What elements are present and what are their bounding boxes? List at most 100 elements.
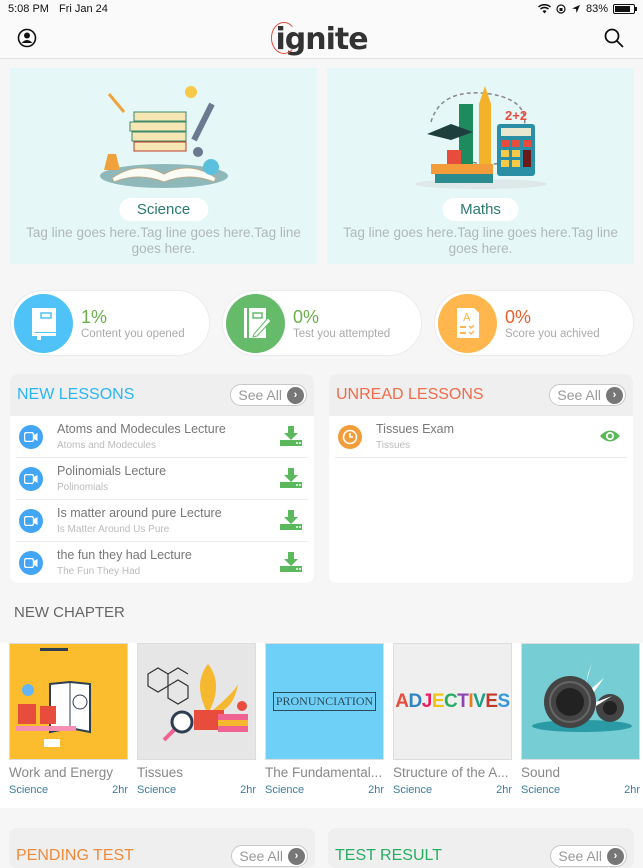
- chapter-duration: 2hr: [624, 784, 640, 796]
- lesson-row[interactable]: Tissues Exam Tissues: [335, 416, 627, 458]
- stat-score-achieved: A 0% Score you achived: [434, 290, 634, 356]
- lock-rotation-icon: [556, 4, 566, 14]
- stat-icon-bg: [14, 293, 73, 353]
- stat-icon-bg: [226, 293, 285, 353]
- see-all-button[interactable]: See All ›: [231, 845, 308, 867]
- see-all-button[interactable]: See All ›: [550, 845, 627, 867]
- thumbnail-text: PRONUNCIATION: [272, 692, 377, 711]
- profile-icon[interactable]: [17, 28, 37, 48]
- stat-content-opened: 1% Content you opened: [10, 290, 210, 356]
- lesson-subtitle: Atoms and Modecules: [57, 440, 156, 451]
- stats-row: 1% Content you opened 0% Test you attempte…: [10, 290, 634, 356]
- chapter-subject: Science: [137, 784, 177, 796]
- lesson-row[interactable]: Atoms and Modecules Lecture Atoms and Mod…: [16, 416, 308, 458]
- chapter-card[interactable]: Work and Energy Science 2hr: [9, 643, 128, 808]
- chapter-subject: Science: [521, 784, 561, 796]
- status-time: 5:08 PM: [8, 3, 49, 15]
- chapter-thumbnail: [9, 643, 128, 760]
- work-energy-illustration: [16, 648, 91, 747]
- chapter-duration: 2hr: [240, 784, 256, 796]
- chevron-right-icon: ›: [288, 847, 305, 865]
- pending-test-panel: PENDING TEST See All ›: [9, 828, 315, 868]
- stat-label: Content you opened: [81, 327, 185, 340]
- new-chapter-title: NEW CHAPTER: [14, 604, 125, 621]
- stat-icon-bg: A: [438, 293, 497, 353]
- lesson-title: the fun they had Lecture: [57, 548, 192, 562]
- location-icon: [571, 5, 580, 13]
- download-icon[interactable]: [280, 468, 302, 488]
- lesson-title: Atoms and Modecules Lecture: [57, 422, 226, 436]
- download-icon[interactable]: [280, 426, 302, 446]
- lesson-subtitle: Tissues: [376, 440, 411, 451]
- top-nav: ignite: [0, 18, 643, 59]
- subject-tagline: Tag line goes here.Tag line goes here.Ta…: [343, 225, 618, 256]
- chapter-subject: Science: [265, 784, 305, 796]
- download-icon[interactable]: [280, 510, 302, 530]
- stat-label: Test you attempted: [293, 327, 391, 340]
- download-icon[interactable]: [280, 552, 302, 572]
- new-lessons-panel: NEW LESSONS See All › Atoms and Modecules…: [10, 374, 314, 583]
- speakers-illustration: [532, 662, 632, 732]
- eye-icon[interactable]: [599, 429, 621, 443]
- chapter-card[interactable]: Tissues Science 2hr: [137, 643, 256, 808]
- chapter-name: Work and Energy: [9, 765, 114, 780]
- lesson-row[interactable]: Polinomials Lecture Polinomials: [16, 458, 308, 500]
- book-icon: [31, 308, 56, 340]
- lesson-title: Is matter around pure Lecture: [57, 506, 222, 520]
- chapter-thumbnail: [521, 643, 640, 760]
- see-all-button[interactable]: See All ›: [230, 384, 307, 406]
- thumbnail-text: ADJECTIVES: [395, 690, 510, 712]
- wifi-icon: [537, 4, 551, 14]
- chevron-right-icon: ›: [606, 386, 623, 404]
- chapter-name: Sound: [521, 765, 561, 780]
- see-all-button[interactable]: See All ›: [549, 384, 626, 406]
- chapters-carousel[interactable]: Work and Energy Science 2hr Tissues Scien…: [0, 643, 643, 808]
- graded-paper-icon: A: [456, 308, 479, 338]
- maths-illustration: 2+2: [414, 86, 547, 189]
- stat-test-attempted: 0% Test you attempted: [222, 290, 422, 356]
- status-bar: 5:08 PM Fri Jan 24 83%: [0, 0, 643, 18]
- lesson-subtitle: The Fun They Had: [57, 566, 141, 577]
- lesson-title: Tissues Exam: [376, 422, 455, 436]
- app-logo: ignite: [270, 22, 369, 57]
- clock-icon: [338, 424, 362, 449]
- chapter-thumbnail: PRONUNCIATION: [265, 643, 384, 760]
- chapter-card[interactable]: PRONUNCIATION The Fundamental... Science…: [265, 643, 384, 808]
- svg-text:A: A: [463, 311, 471, 324]
- science-illustration: [99, 86, 228, 188]
- stat-value: 0%: [505, 306, 532, 327]
- video-icon: [19, 466, 43, 491]
- chevron-right-icon: ›: [607, 847, 624, 865]
- chapter-card[interactable]: Sound Science 2hr: [521, 643, 640, 808]
- subject-card-maths[interactable]: 2+2 Maths Tag line goes here.Tag line go…: [327, 68, 634, 264]
- chapter-duration: 2hr: [368, 784, 384, 796]
- lesson-row[interactable]: Is matter around pure Lecture Is Matter A…: [16, 500, 308, 542]
- video-icon: [19, 508, 43, 533]
- subject-card-science[interactable]: Science Tag line goes here.Tag line goes…: [10, 68, 317, 264]
- lesson-row[interactable]: the fun they had Lecture The Fun They Had: [16, 542, 308, 583]
- svg-text:2+2: 2+2: [505, 108, 527, 123]
- chapter-name: Structure of the A...: [393, 765, 509, 780]
- chapter-name: The Fundamental...: [265, 765, 383, 780]
- subject-name: Maths: [442, 198, 519, 221]
- subject-tagline: Tag line goes here.Tag line goes here.Ta…: [26, 225, 301, 256]
- video-icon: [19, 424, 43, 449]
- chapter-name: Tissues: [137, 765, 184, 780]
- battery-percent: 83%: [585, 3, 608, 15]
- subject-name: Science: [118, 198, 209, 221]
- chapter-card[interactable]: ADJECTIVES Structure of the A... Science…: [393, 643, 512, 808]
- battery-icon: [613, 4, 637, 14]
- test-result-panel: TEST RESULT See All ›: [328, 828, 634, 868]
- chapter-thumbnail: [137, 643, 256, 760]
- search-icon[interactable]: [603, 27, 625, 49]
- chapter-subject: Science: [9, 784, 49, 796]
- chevron-right-icon: ›: [287, 386, 304, 404]
- panel-title: PENDING TEST: [16, 847, 134, 864]
- chapter-duration: 2hr: [112, 784, 128, 796]
- subjects-section: Science Tag line goes here.Tag line goes…: [10, 68, 634, 264]
- unread-lessons-panel: UNREAD LESSONS See All › Tissues Exam Tiss…: [329, 374, 633, 583]
- lesson-title: Polinomials Lecture: [57, 464, 167, 478]
- lesson-subtitle: Polinomials: [57, 482, 109, 493]
- chapter-duration: 2hr: [496, 784, 512, 796]
- stat-value: 1%: [81, 306, 108, 327]
